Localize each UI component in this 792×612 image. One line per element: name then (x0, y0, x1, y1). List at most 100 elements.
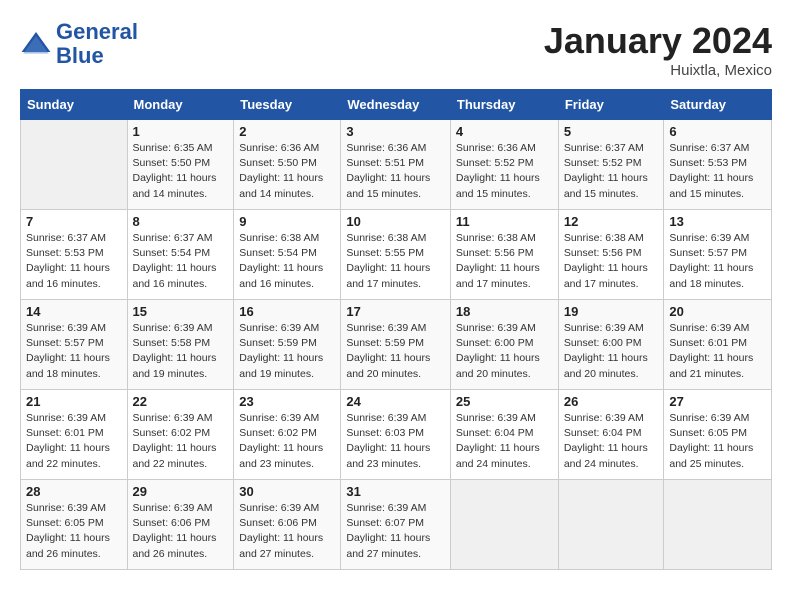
day-number: 14 (26, 304, 122, 319)
day-number: 27 (669, 394, 766, 409)
day-number: 25 (456, 394, 553, 409)
day-info: Sunrise: 6:36 AMSunset: 5:52 PMDaylight:… (456, 141, 553, 202)
day-number: 9 (239, 214, 335, 229)
calendar-cell: 18Sunrise: 6:39 AMSunset: 6:00 PMDayligh… (450, 300, 558, 390)
day-number: 2 (239, 124, 335, 139)
calendar-cell: 7 Sunrise: 6:37 AMSunset: 5:53 PMDaylight… (21, 210, 128, 300)
day-number: 24 (346, 394, 445, 409)
location: Huixtla, Mexico (544, 62, 772, 79)
calendar-cell (450, 480, 558, 570)
day-info: Sunrise: 6:37 AMSunset: 5:53 PMDaylight:… (669, 141, 766, 202)
day-info: Sunrise: 6:39 AMSunset: 6:02 PMDaylight:… (133, 411, 229, 472)
day-number: 10 (346, 214, 445, 229)
weekday-header: Thursday (450, 90, 558, 120)
calendar-cell: 27 Sunrise: 6:39 AMSunset: 6:05 PMDayligh… (664, 390, 772, 480)
weekday-header: Sunday (21, 90, 128, 120)
calendar-cell: 13 Sunrise: 6:39 AMSunset: 5:57 PMDayligh… (664, 210, 772, 300)
day-number: 26 (564, 394, 659, 409)
day-info: Sunrise: 6:39 AMSunset: 6:02 PMDaylight:… (239, 411, 335, 472)
calendar-cell: 21 Sunrise: 6:39 AMSunset: 6:01 PMDayligh… (21, 390, 128, 480)
day-info: Sunrise: 6:37 AMSunset: 5:53 PMDaylight:… (26, 231, 122, 292)
calendar-cell: 9 Sunrise: 6:38 AMSunset: 5:54 PMDaylight… (234, 210, 341, 300)
day-number: 16 (239, 304, 335, 319)
day-info: Sunrise: 6:36 AMSunset: 5:51 PMDaylight:… (346, 141, 445, 202)
day-info: Sunrise: 6:39 AMSunset: 5:57 PMDaylight:… (26, 321, 122, 382)
day-info: Sunrise: 6:37 AMSunset: 5:52 PMDaylight:… (564, 141, 659, 202)
calendar-cell: 16 Sunrise: 6:39 AMSunset: 5:59 PMDayligh… (234, 300, 341, 390)
calendar-cell: 25 Sunrise: 6:39 AMSunset: 6:04 PMDayligh… (450, 390, 558, 480)
calendar-cell: 14 Sunrise: 6:39 AMSunset: 5:57 PMDayligh… (21, 300, 128, 390)
day-number: 20 (669, 304, 766, 319)
title-block: January 2024 Huixtla, Mexico (544, 20, 772, 79)
day-number: 1 (133, 124, 229, 139)
day-number: 23 (239, 394, 335, 409)
day-number: 17 (346, 304, 445, 319)
day-info: Sunrise: 6:35 AMSunset: 5:50 PMDaylight:… (133, 141, 229, 202)
day-info: Sunrise: 6:38 AMSunset: 5:56 PMDaylight:… (564, 231, 659, 292)
calendar-week-row: 14 Sunrise: 6:39 AMSunset: 5:57 PMDayligh… (21, 300, 772, 390)
calendar-table: SundayMondayTuesdayWednesdayThursdayFrid… (20, 89, 772, 570)
day-info: Sunrise: 6:38 AMSunset: 5:54 PMDaylight:… (239, 231, 335, 292)
calendar-cell: 29Sunrise: 6:39 AMSunset: 6:06 PMDayligh… (127, 480, 234, 570)
calendar-week-row: 1 Sunrise: 6:35 AMSunset: 5:50 PMDaylight… (21, 120, 772, 210)
calendar-cell: 1 Sunrise: 6:35 AMSunset: 5:50 PMDaylight… (127, 120, 234, 210)
weekday-header: Saturday (664, 90, 772, 120)
calendar-cell: 6Sunrise: 6:37 AMSunset: 5:53 PMDaylight… (664, 120, 772, 210)
day-number: 19 (564, 304, 659, 319)
day-info: Sunrise: 6:38 AMSunset: 5:56 PMDaylight:… (456, 231, 553, 292)
weekday-header-row: SundayMondayTuesdayWednesdayThursdayFrid… (21, 90, 772, 120)
day-info: Sunrise: 6:39 AMSunset: 6:05 PMDaylight:… (669, 411, 766, 472)
weekday-header: Friday (558, 90, 664, 120)
weekday-header: Tuesday (234, 90, 341, 120)
day-info: Sunrise: 6:39 AMSunset: 6:04 PMDaylight:… (564, 411, 659, 472)
calendar-week-row: 28 Sunrise: 6:39 AMSunset: 6:05 PMDayligh… (21, 480, 772, 570)
day-number: 30 (239, 484, 335, 499)
day-number: 28 (26, 484, 122, 499)
calendar-cell: 10 Sunrise: 6:38 AMSunset: 5:55 PMDayligh… (341, 210, 451, 300)
calendar-cell: 30 Sunrise: 6:39 AMSunset: 6:06 PMDayligh… (234, 480, 341, 570)
day-info: Sunrise: 6:39 AMSunset: 5:59 PMDaylight:… (346, 321, 445, 382)
day-info: Sunrise: 6:37 AMSunset: 5:54 PMDaylight:… (133, 231, 229, 292)
calendar-cell (21, 120, 128, 210)
day-number: 5 (564, 124, 659, 139)
day-number: 11 (456, 214, 553, 229)
calendar-cell: 11 Sunrise: 6:38 AMSunset: 5:56 PMDayligh… (450, 210, 558, 300)
calendar-cell: 19 Sunrise: 6:39 AMSunset: 6:00 PMDayligh… (558, 300, 664, 390)
day-info: Sunrise: 6:39 AMSunset: 6:03 PMDaylight:… (346, 411, 445, 472)
calendar-cell: 31Sunrise: 6:39 AMSunset: 6:07 PMDayligh… (341, 480, 451, 570)
day-info: Sunrise: 6:39 AMSunset: 6:01 PMDaylight:… (669, 321, 766, 382)
day-info: Sunrise: 6:39 AMSunset: 6:06 PMDaylight:… (239, 501, 335, 562)
day-info: Sunrise: 6:39 AMSunset: 6:00 PMDaylight:… (564, 321, 659, 382)
calendar-cell: 15Sunrise: 6:39 AMSunset: 5:58 PMDayligh… (127, 300, 234, 390)
day-info: Sunrise: 6:39 AMSunset: 6:00 PMDaylight:… (456, 321, 553, 382)
day-info: Sunrise: 6:39 AMSunset: 6:07 PMDaylight:… (346, 501, 445, 562)
calendar-cell: 22 Sunrise: 6:39 AMSunset: 6:02 PMDayligh… (127, 390, 234, 480)
day-number: 3 (346, 124, 445, 139)
day-number: 22 (133, 394, 229, 409)
day-info: Sunrise: 6:39 AMSunset: 6:05 PMDaylight:… (26, 501, 122, 562)
day-info: Sunrise: 6:39 AMSunset: 5:59 PMDaylight:… (239, 321, 335, 382)
calendar-cell: 28 Sunrise: 6:39 AMSunset: 6:05 PMDayligh… (21, 480, 128, 570)
day-number: 4 (456, 124, 553, 139)
logo: General Blue (20, 20, 138, 68)
calendar-cell: 3 Sunrise: 6:36 AMSunset: 5:51 PMDaylight… (341, 120, 451, 210)
calendar-week-row: 21 Sunrise: 6:39 AMSunset: 6:01 PMDayligh… (21, 390, 772, 480)
day-info: Sunrise: 6:39 AMSunset: 5:58 PMDaylight:… (133, 321, 229, 382)
logo-text: General Blue (56, 20, 138, 68)
day-info: Sunrise: 6:39 AMSunset: 6:01 PMDaylight:… (26, 411, 122, 472)
day-number: 12 (564, 214, 659, 229)
day-info: Sunrise: 6:38 AMSunset: 5:55 PMDaylight:… (346, 231, 445, 292)
day-number: 13 (669, 214, 766, 229)
calendar-cell: 4 Sunrise: 6:36 AMSunset: 5:52 PMDaylight… (450, 120, 558, 210)
calendar-cell: 17 Sunrise: 6:39 AMSunset: 5:59 PMDayligh… (341, 300, 451, 390)
day-number: 29 (133, 484, 229, 499)
day-info: Sunrise: 6:39 AMSunset: 5:57 PMDaylight:… (669, 231, 766, 292)
logo-line1: General (56, 19, 138, 44)
logo-icon (20, 28, 52, 60)
calendar-cell (558, 480, 664, 570)
month-title: January 2024 (544, 20, 772, 62)
day-info: Sunrise: 6:39 AMSunset: 6:04 PMDaylight:… (456, 411, 553, 472)
calendar-cell: 5 Sunrise: 6:37 AMSunset: 5:52 PMDaylight… (558, 120, 664, 210)
day-number: 7 (26, 214, 122, 229)
day-number: 21 (26, 394, 122, 409)
